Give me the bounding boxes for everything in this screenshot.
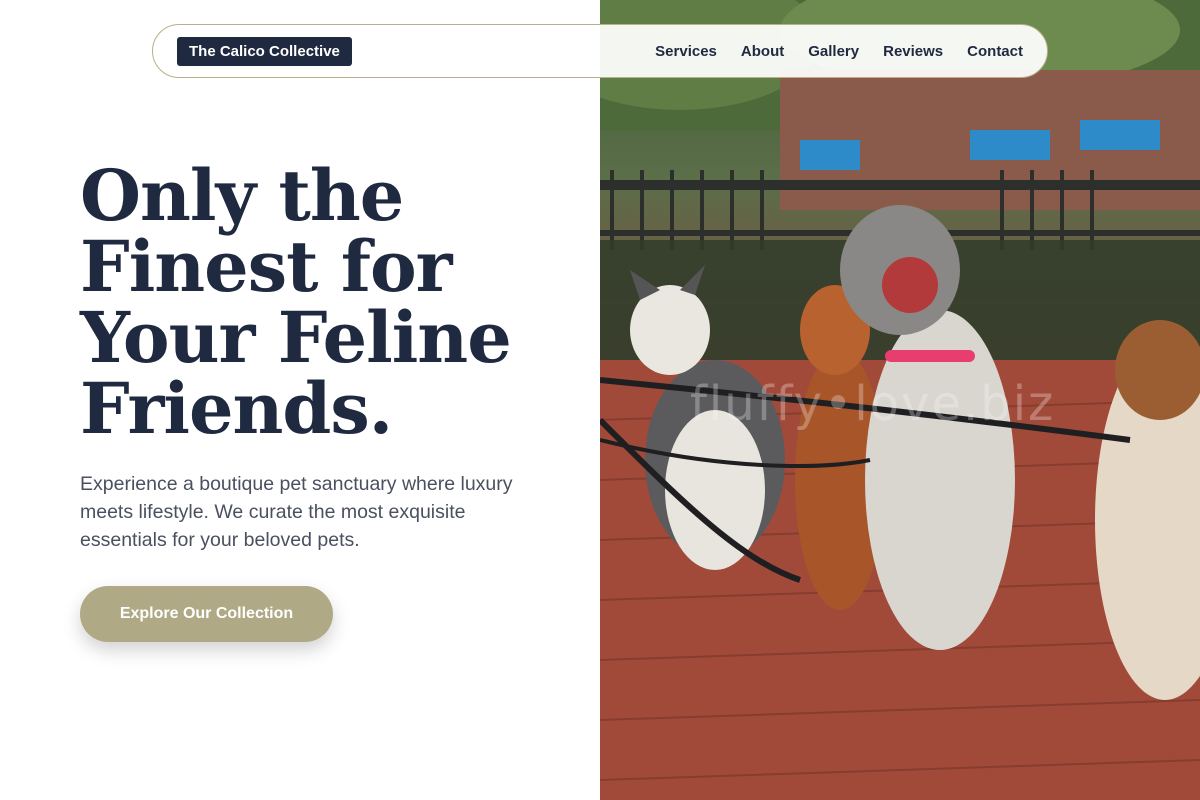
nav-link-services[interactable]: Services: [655, 43, 717, 60]
hero-title-line-2: Finest for: [80, 225, 453, 308]
brand-logo[interactable]: The Calico Collective: [177, 36, 352, 66]
top-navbar: The Calico Collective Services About Gal…: [152, 24, 1048, 78]
explore-collection-button[interactable]: Explore Our Collection: [80, 586, 333, 642]
photo-watermark: fluffy•love.biz: [690, 376, 1056, 432]
hero-title-line-1: Only the: [80, 154, 404, 237]
nav-link-gallery[interactable]: Gallery: [808, 43, 859, 60]
hero-title-line-3: Your Feline: [80, 296, 512, 379]
hero-subtitle: Experience a boutique pet sanctuary wher…: [80, 473, 513, 551]
hero-photo: fluffy•love.biz: [600, 0, 1200, 800]
landing-page: fluffy•love.biz The Calico Collective Se…: [0, 0, 1200, 800]
hero-title: Only the Finest for Your Feline Friends.: [80, 160, 580, 444]
nav-link-contact[interactable]: Contact: [967, 43, 1023, 60]
nav-link-reviews[interactable]: Reviews: [883, 43, 943, 60]
nav-links: Services About Gallery Reviews Contact: [655, 43, 1023, 60]
nav-link-about[interactable]: About: [741, 43, 784, 60]
hero-title-line-4: Friends.: [80, 367, 393, 450]
